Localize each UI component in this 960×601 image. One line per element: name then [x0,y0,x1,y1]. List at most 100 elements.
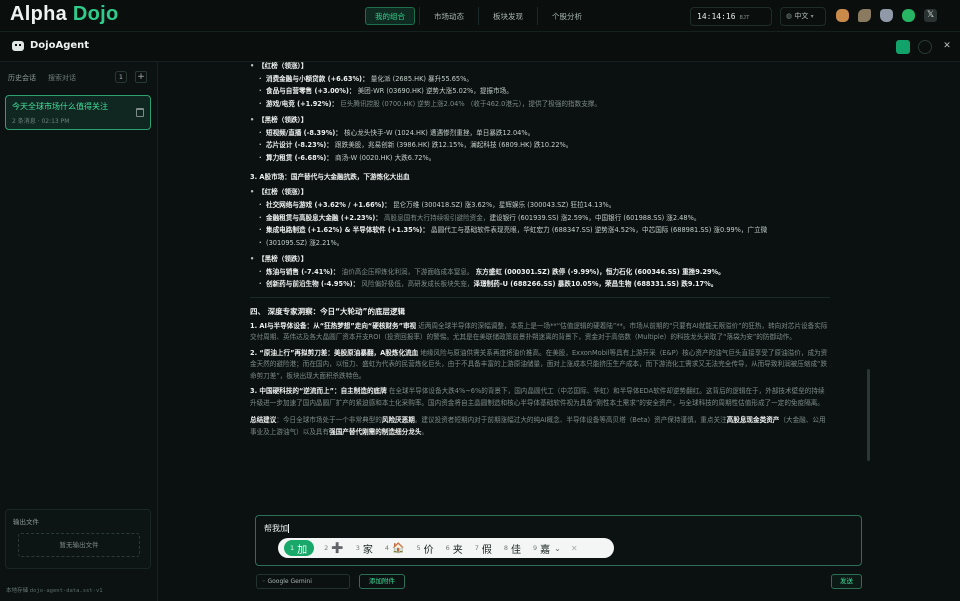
top-bar: Alpha Dojo 我的组合 市场动态 板块发现 个股分析 14:14:16 B… [0,0,960,32]
wechat-icon[interactable] [902,9,915,22]
discord-icon[interactable] [880,9,893,22]
language-label: 中文 [794,12,809,20]
storage-label: 本地存储 [6,588,29,594]
black-list-heading: 【黑榜（领跌）】 [250,114,830,127]
bird-icon[interactable] [858,9,871,22]
item-label: 食品与自营零售 (+3.00%)： [266,87,356,96]
ime-candidate[interactable]: 8佳 [504,541,521,556]
output-files-empty: 暂无输出文件 [18,533,140,557]
insight-heading: 1. AI与半导体设备：从“狂热梦想”走向“硬核财务”审视 [250,321,417,330]
model-selector[interactable]: ◦ Google Gemini [256,574,350,589]
insight-paragraph: 1. AI与半导体设备：从“狂热梦想”走向“硬核财务”审视 近两周全球半导体的深… [250,321,830,344]
new-conversation-button[interactable]: + [135,71,147,83]
ime-candidate[interactable]: 3家 [356,541,373,556]
ime-candidate[interactable]: 5价 [416,541,433,556]
conversation-item[interactable]: 今天全球市场什么值得关注 2 条消息 · 02:13 PM [5,95,151,130]
cat-icon[interactable] [836,9,849,22]
item-label: 短视频/直播 (-8.39%)： [266,128,342,137]
summary-highlight: 风险厌恶期 [381,416,415,425]
red-list-heading: 【红榜（领涨）】 [250,62,830,73]
summary-text: 。建议投资者短期内对于前期涨幅过大的纯AI概念、半导体设备等高贝塔（Beta）资… [414,416,727,425]
red-list-heading: 【红榜（领涨）】 [250,186,830,199]
ime-candidate[interactable]: 9嘉 [533,541,550,556]
main-nav: 我的组合 市场动态 板块发现 个股分析 [365,7,592,25]
ime-candidate[interactable]: 4 🏠 [385,543,405,554]
chat-mode-icon[interactable] [896,40,910,54]
list-item: 社交网络与游戏 (+3.62% / +1.66%)： 昆仑万维 (300418.… [250,199,830,212]
chevron-down-icon[interactable]: ⌄ [554,544,561,553]
conversation-title: 今天全球市场什么值得关注 [12,102,108,111]
list-item: 消费金融与小额贷款 (+6.63%)： 量化派 (2685.HK) 暴升55.6… [250,73,830,86]
summary-highlight: 高股息现金类资产 [726,416,780,425]
tab-market-news[interactable]: 市场动态 [424,7,474,25]
sidebar-search-input[interactable]: 搜索对话 [48,73,76,83]
comment-icon[interactable] [918,40,932,54]
content-scrollbar[interactable] [867,369,870,461]
sidebar-tab-history[interactable]: 历史会话 [8,73,36,83]
section-four-title: 四、 深度专家洞察：今日“大轮动”的底层逻辑 [250,296,830,319]
ime-candidate[interactable]: 6夹 [446,541,463,556]
conversation-count-badge: 1 [115,71,127,83]
ime-candidate-bar: 1加 2 ➕ 3家 4 🏠 5价 6夹 7假 8佳 9嘉 ⌄ ✕ [278,538,614,558]
item-label: 集成电路制造 (+1.62%) & 半导体软件 (+1.35%)： [266,226,429,235]
list-item: 集成电路制造 (+1.62%) & 半导体软件 (+1.35%)： 晶圆代工与基… [250,224,830,237]
section-heading: 3. A股市场：国产替代与大金融抗跌，下游炼化大出血 [250,172,410,181]
insight-heading: 3. 中国硬科技的“逆流而上”：自主制造的底牌 [250,387,387,396]
item-text: 高股息国有大行持续吸引避险资金， [383,213,490,222]
ime-char: 假 [481,544,492,556]
tab-my-portfolio[interactable]: 我的组合 [365,7,415,25]
send-button[interactable]: 发送 [831,574,862,589]
sidebar: 历史会话 搜索对话 1 + 今天全球市场什么值得关注 2 条消息 · 02:13… [0,62,158,601]
ime-index: 1 [290,544,295,552]
attach-file-button[interactable]: 添加附件 [359,574,405,589]
item-text: 量化派 (2685.HK) 暴升55.65%。 [370,74,473,83]
storage-footer: 本地存储 dojo-agent-data.sst-v1 [6,586,103,594]
agent-actions: ✕ [896,40,954,54]
ime-char: 嘉 [540,544,551,556]
summary-text: ：今日全球市场处于一个非常典型的 [276,416,382,425]
nav-divider [419,7,420,25]
insight-paragraph: 2. “原油上行”再拟剪刀差：美股原油暴翻，A股炼化流血 地缘风险与原油供需关系… [250,348,830,383]
item-text: 巨头腾讯控股 (0700.HK) 逆势上涨2.04% [340,100,465,109]
ime-char: 家 [362,544,373,556]
tab-stock-analysis[interactable]: 个股分析 [542,7,592,25]
output-files-title: 输出文件 [13,518,39,526]
agent-header: DojoAgent ✕ [0,32,960,62]
item-text: 风险偏好极低，高研发成长板块失宠， [361,280,474,289]
black-list-heading: 【黑榜（领跌）】 [250,253,830,266]
chat-input-value: 帮我加 [264,523,289,534]
item-text: 泽璟制药-U (688266.SS) 暴跌10.05%，荣昌生物 (688331… [473,280,718,289]
list-item: 创新药与前沿生物 (-4.95%)： 风险偏好极低，高研发成长板块失宠，泽璟制药… [250,278,830,291]
language-selector[interactable]: ◍ 中文 ▾ [780,7,826,26]
ime-char: 🏠 [392,542,405,554]
item-text: 晶圆代工与基础软件表现亮眼，华虹宏力 (688347.SS) 逆势涨4.52%，… [431,226,768,235]
item-text: 油价高企压榨炼化利润，下游面临成本窒息。 [341,267,474,276]
ime-index: 7 [474,544,479,552]
ime-candidate[interactable]: 7假 [475,541,492,556]
logo-text-alpha: Alpha [10,3,68,25]
sparkle-icon: ◦ [262,578,266,585]
ime-candidate[interactable]: 1加 [284,540,315,556]
trash-icon[interactable] [136,108,144,117]
close-icon[interactable]: ✕ [940,40,954,54]
storage-value: dojo-agent-data.sst-v1 [29,588,103,594]
close-icon[interactable]: ✕ [571,544,578,553]
app-logo[interactable]: Alpha Dojo [10,3,119,26]
item-text: 核心龙头快手-W (1024.HK) 遭遇惨烈重挫，单日暴跌12.04%。 [344,128,535,137]
ime-index: 2 [324,544,329,552]
x-icon[interactable]: 𝕏 [924,9,937,22]
item-text: 商汤-W (0020.HK) 大跌6.72%。 [335,153,436,162]
item-label: 算力租赁 (-6.68%)： [266,153,333,162]
conversation-meta: 2 条消息 · 02:13 PM [12,118,70,125]
logo-text-dojo: Dojo [72,3,119,25]
item-label: 社交网络与游戏 (+3.62% / +1.66%)： [266,201,391,210]
output-files-panel: 输出文件 暂无输出文件 [5,509,151,569]
tab-sector-discovery[interactable]: 板块发现 [483,7,533,25]
ime-char: 价 [423,544,434,556]
clock-timezone: BJT [739,15,750,21]
ime-index: 9 [533,544,538,552]
ime-candidate[interactable]: 2 ➕ [324,543,344,554]
summary-highlight: 强国产替代刚需的制造细分龙头 [329,427,422,436]
agent-title: DojoAgent [12,40,89,51]
list-item: 短视频/直播 (-8.39%)： 核心龙头快手-W (1024.HK) 遭遇惨烈… [250,127,830,140]
